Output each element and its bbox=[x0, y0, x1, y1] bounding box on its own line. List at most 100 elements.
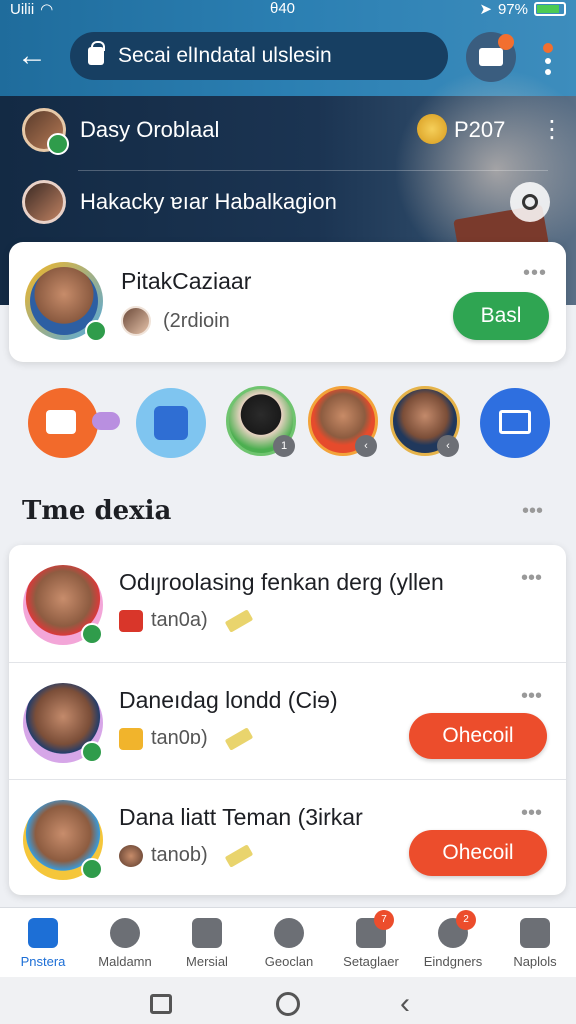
story-avatar[interactable]: ‹ bbox=[390, 386, 460, 457]
channel-row[interactable]: Hakacky ɐıar Habalkagion bbox=[22, 180, 562, 224]
pencil-icon bbox=[224, 726, 253, 751]
location-icon: ➤ bbox=[479, 1, 492, 18]
online-badge bbox=[47, 133, 69, 155]
tab-mersial[interactable]: Mersial bbox=[166, 918, 248, 969]
tab-label: Eindgners bbox=[423, 954, 483, 969]
back-chevron-icon[interactable]: ‹ bbox=[400, 987, 410, 1021]
battery-percent: 97% bbox=[497, 0, 528, 18]
more-vertical-icon[interactable]: ⋮ bbox=[540, 115, 564, 144]
heart-icon: 2 bbox=[438, 910, 476, 948]
account-name: Dasy Oroblaal bbox=[80, 117, 220, 142]
tab-label: Naplols bbox=[513, 954, 557, 969]
story-arrow: ‹ bbox=[355, 435, 377, 457]
pencil-icon bbox=[224, 843, 253, 868]
tab-geoclan[interactable]: Geoclan bbox=[248, 918, 330, 969]
gift-icon bbox=[119, 727, 143, 750]
battery-icon bbox=[534, 2, 566, 16]
bag-icon bbox=[520, 918, 550, 948]
story-avatar[interactable]: ‹ bbox=[308, 386, 378, 457]
wifi-icon: ◠ bbox=[40, 1, 54, 18]
profile-avatar bbox=[25, 262, 107, 342]
profile-card[interactable]: PitakCaziaar (2rdioin ••• Basl bbox=[9, 242, 566, 362]
tab-badge: 7 bbox=[374, 910, 394, 930]
action-button[interactable]: Ohecoil bbox=[409, 830, 547, 876]
mini-avatar bbox=[119, 844, 143, 867]
tab-label: Pnstera bbox=[20, 954, 66, 969]
list-item[interactable]: Daneıdag londd (Ciɘ) tan0ɒ) ••• Ohecoil bbox=[9, 662, 566, 778]
tab-home[interactable]: Pnstera bbox=[2, 918, 84, 969]
coin-balance: P207 bbox=[454, 117, 506, 142]
search-text: Secai elIndatal ulslesin bbox=[118, 44, 332, 67]
notification-dot bbox=[498, 34, 514, 50]
avatar bbox=[22, 180, 66, 224]
avatar bbox=[23, 683, 103, 763]
coin-icon bbox=[417, 114, 447, 144]
list-item-meta: tanob) bbox=[119, 843, 253, 868]
home-circle-icon[interactable] bbox=[276, 992, 300, 1016]
more-horizontal-icon[interactable]: ••• bbox=[522, 500, 543, 523]
list-item-meta-text: tanob) bbox=[151, 844, 208, 866]
carrier-label: Uilii bbox=[10, 0, 35, 18]
tab-badge: 2 bbox=[456, 910, 476, 930]
action-button[interactable]: Ohecoil bbox=[409, 713, 547, 759]
tab-naplols[interactable]: Naplols bbox=[494, 918, 576, 969]
search-bar[interactable]: Secai elIndatal ulslesin bbox=[70, 32, 448, 80]
broadcast-icon[interactable] bbox=[28, 388, 98, 458]
account-row[interactable]: Dasy Oroblaal P207 ⋮ bbox=[22, 108, 564, 155]
more-horizontal-icon[interactable]: ••• bbox=[521, 685, 542, 708]
list-item-meta-text: tan0a) bbox=[151, 609, 208, 631]
lock-icon bbox=[88, 41, 105, 65]
more-horizontal-icon[interactable]: ••• bbox=[521, 567, 542, 590]
story-count: 1 bbox=[273, 435, 295, 457]
list-item-title: Dana liatt Teman (3irkar bbox=[119, 804, 363, 830]
profile-name: PitakCaziaar bbox=[121, 268, 252, 294]
avatar bbox=[23, 800, 103, 880]
palette-icon bbox=[110, 918, 140, 948]
list-item-meta-text: tan0ɒ) bbox=[151, 727, 208, 749]
online-badge bbox=[81, 858, 103, 880]
back-arrow-icon[interactable]: ← bbox=[14, 38, 50, 74]
pencil-icon bbox=[224, 608, 253, 633]
story-avatar[interactable]: 1 bbox=[226, 386, 296, 457]
channel-name: Hakacky ɐıar Habalkagion bbox=[80, 189, 337, 214]
list-item[interactable]: Odıȷroolasing fenkan derg (yllen tan0a) … bbox=[9, 545, 566, 661]
more-horizontal-icon[interactable]: ••• bbox=[521, 802, 542, 825]
recents-icon[interactable] bbox=[150, 994, 172, 1014]
list-item-title: Odıȷroolasing fenkan derg (yllen bbox=[119, 569, 444, 595]
profile-sub-text: (2rdioin bbox=[163, 309, 230, 332]
tab-label: Setaglaer bbox=[343, 954, 399, 969]
story-row: 1 ‹ ‹ bbox=[0, 384, 576, 464]
bottom-navigation: Pnstera Maldamn Mersial Geoclan 7 Setagl… bbox=[0, 907, 576, 977]
tab-label: Mersial bbox=[186, 954, 228, 969]
tab-label: Geoclan bbox=[264, 954, 314, 969]
profile-sub: (2rdioin bbox=[121, 306, 230, 336]
item-list: Odıȷroolasing fenkan derg (yllen tan0a) … bbox=[9, 545, 566, 895]
home-icon bbox=[28, 918, 58, 948]
list-item-title: Daneıdag londd (Ciɘ) bbox=[119, 687, 338, 713]
more-horizontal-icon[interactable]: ••• bbox=[523, 262, 547, 285]
tab-label: Maldamn bbox=[98, 954, 152, 969]
list-item[interactable]: Dana liatt Teman (3irkar tanob) ••• Ohec… bbox=[9, 779, 566, 895]
gift-icon bbox=[119, 609, 143, 632]
toggle-pill bbox=[92, 412, 120, 430]
tab-setaglaer[interactable]: 7 Setaglaer bbox=[330, 910, 412, 969]
chat-button[interactable] bbox=[466, 32, 516, 82]
figure-icon[interactable] bbox=[136, 388, 206, 458]
tab-maldamn[interactable]: Maldamn bbox=[84, 918, 166, 969]
story-arrow: ‹ bbox=[437, 435, 459, 457]
divider bbox=[78, 170, 548, 171]
mini-avatar bbox=[121, 306, 151, 336]
online-badge bbox=[81, 623, 103, 645]
mail-icon[interactable] bbox=[480, 388, 550, 458]
overflow-menu-icon[interactable] bbox=[538, 38, 558, 75]
tab-eindgners[interactable]: 2 Eindgners bbox=[412, 910, 494, 969]
clipboard-icon bbox=[192, 918, 222, 948]
inbox-icon: 7 bbox=[356, 910, 394, 948]
avatar bbox=[22, 108, 69, 155]
list-item-meta: tan0a) bbox=[119, 608, 253, 633]
avatar bbox=[23, 565, 103, 645]
online-badge bbox=[81, 741, 103, 763]
section-title: Tme dexia bbox=[22, 496, 172, 526]
search-icon[interactable] bbox=[510, 182, 550, 222]
primary-action-button[interactable]: Basl bbox=[453, 292, 549, 340]
